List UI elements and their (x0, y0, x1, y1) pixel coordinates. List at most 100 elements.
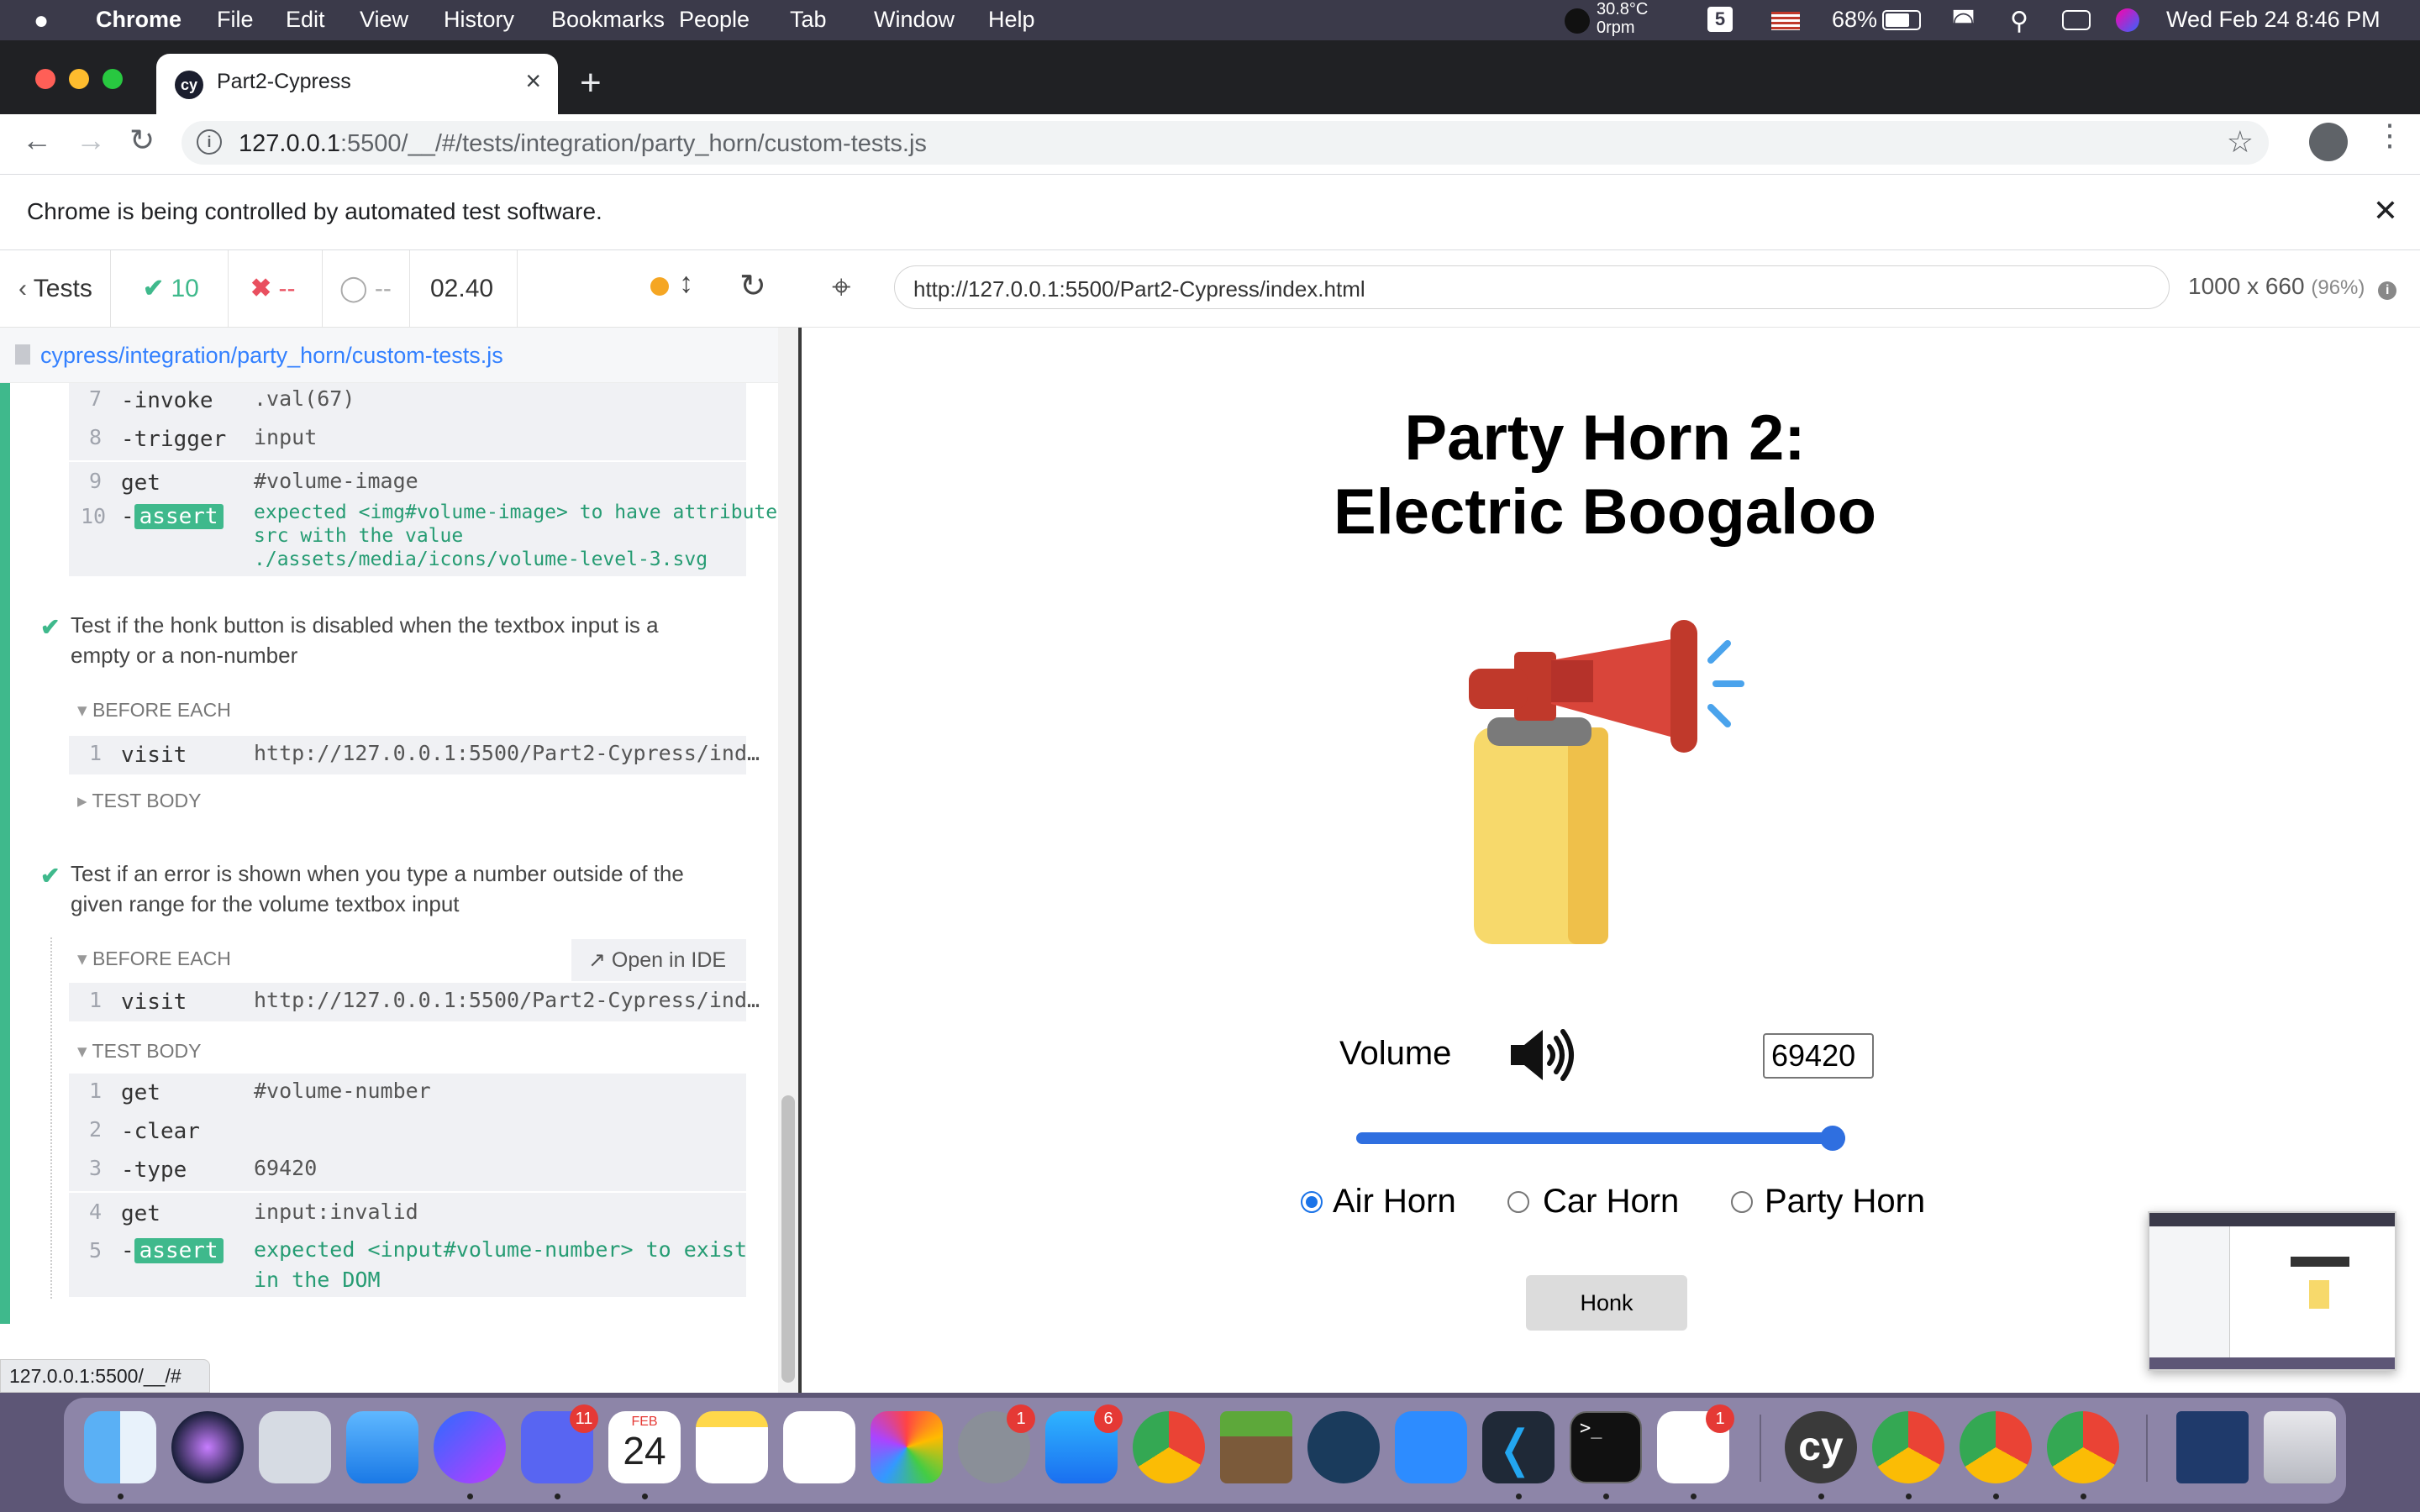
finder-icon[interactable] (84, 1411, 156, 1483)
chrome-menu-icon[interactable]: ⋮ (2375, 118, 2405, 153)
trash-icon[interactable] (2264, 1411, 2336, 1483)
battery-icon[interactable] (1882, 10, 1921, 30)
tests-back-button[interactable]: ‹ Tests (0, 250, 111, 328)
radio-air-horn[interactable] (1301, 1191, 1323, 1213)
failed-count[interactable]: ✖ -- (229, 250, 323, 328)
command-row[interactable]: 7 -invoke .val(67) (69, 383, 746, 422)
menu-history[interactable]: History (444, 7, 514, 33)
test-pass-check-icon: ✔ (40, 863, 60, 889)
volume-slider-thumb[interactable] (1820, 1126, 1845, 1151)
downloads-stack-icon[interactable] (2176, 1411, 2249, 1483)
apple-menu-icon[interactable]: ● (34, 7, 49, 35)
menu-datetime[interactable]: Wed Feb 24 8:46 PM (2166, 7, 2381, 33)
pending-count[interactable]: ◯ -- (323, 250, 410, 328)
viewport-info-icon[interactable]: i (2378, 281, 2397, 300)
hook-before-each[interactable]: BEFORE EACH (77, 948, 231, 970)
radio-label-car-horn[interactable]: Car Horn (1543, 1183, 1679, 1221)
window-zoom-button[interactable] (103, 69, 123, 89)
menu-bookmarks[interactable]: Bookmarks (551, 7, 665, 33)
chrome-icon[interactable] (1133, 1411, 1205, 1483)
hook-test-body[interactable]: TEST BODY (77, 790, 202, 812)
calendar-icon[interactable]: FEB 24 (608, 1411, 681, 1483)
screenshot-thumbnail-preview[interactable] (2148, 1211, 2396, 1371)
vscode-icon[interactable]: ❬ (1482, 1411, 1555, 1483)
back-arrow-icon[interactable]: ← (22, 123, 52, 158)
menu-view[interactable]: View (360, 7, 408, 33)
zoom-icon[interactable] (1395, 1411, 1467, 1483)
window-close-button[interactable] (35, 69, 55, 89)
minecraft-icon[interactable] (1220, 1411, 1292, 1483)
cyberduck-icon[interactable] (1307, 1411, 1380, 1483)
profile-avatar-icon[interactable] (2309, 123, 2348, 161)
command-row[interactable]: 8 -trigger input (69, 422, 746, 460)
tab-part2-cypress[interactable]: cy Part2-Cypress × (156, 54, 558, 114)
chrome-icon[interactable] (2047, 1411, 2119, 1483)
cypress-app-icon[interactable]: cy (1785, 1411, 1857, 1483)
hook-test-body[interactable]: TEST BODY (77, 1040, 202, 1063)
selector-playground-icon[interactable]: ⌖ (832, 269, 851, 307)
passed-count[interactable]: ✔ 10 (111, 250, 229, 328)
chrome-icon[interactable] (1960, 1411, 2032, 1483)
spotlight-search-icon[interactable]: ⚲ (2010, 7, 2028, 36)
honk-button[interactable]: Honk (1526, 1275, 1687, 1331)
assert-row[interactable]: 10 - assert expected <img#volume-image> t… (69, 501, 777, 576)
forward-arrow-icon[interactable]: → (76, 123, 106, 158)
chrome-icon[interactable] (1872, 1411, 1944, 1483)
spec-file-link[interactable]: cypress/integration/party_horn/custom-te… (40, 343, 503, 369)
new-tab-button[interactable]: + (580, 62, 602, 104)
command-row[interactable]: 1 visit http://127.0.0.1:5500/Part2-Cypr… (69, 736, 760, 774)
open-in-ide-button[interactable]: ↗ Open in IDE (571, 939, 746, 981)
photos-icon[interactable] (871, 1411, 943, 1483)
address-url[interactable]: 127.0.0.1:5500/__/#/tests/integration/pa… (239, 130, 927, 158)
radio-label-air-horn[interactable]: Air Horn (1333, 1183, 1456, 1221)
command-row[interactable]: 3 -type 69420 (69, 1151, 746, 1189)
command-row[interactable]: 1 get #volume-number (69, 1074, 746, 1112)
tab-close-icon[interactable]: × (525, 66, 541, 97)
menu-app-name[interactable]: Chrome (96, 7, 182, 33)
control-center-icon[interactable] (2062, 10, 2091, 30)
volume-number-input[interactable]: 69420 (1763, 1033, 1874, 1079)
reminders-icon[interactable] (783, 1411, 855, 1483)
command-row[interactable]: 1 visit http://127.0.0.1:5500/Part2-Cypr… (69, 983, 760, 1021)
messenger-icon[interactable] (434, 1411, 506, 1483)
command-row[interactable]: 9 get #volume-image (69, 460, 746, 499)
command-row[interactable]: 2 -clear (69, 1112, 746, 1151)
fan-status-icon[interactable] (1565, 8, 1590, 34)
menu-tab[interactable]: Tab (790, 7, 827, 33)
scrollbar-thumb[interactable] (781, 1095, 795, 1383)
rerun-tests-icon[interactable]: ↻ (739, 267, 766, 305)
infobar-close-icon[interactable]: ✕ (2373, 193, 2398, 228)
menu-edit[interactable]: Edit (286, 7, 325, 33)
test-title[interactable]: Test if an error is shown when you type … (71, 858, 692, 919)
menu-people[interactable]: People (679, 7, 750, 33)
launchpad-icon[interactable] (259, 1411, 331, 1483)
html5-icon[interactable]: 5 (1707, 7, 1733, 32)
mail-icon[interactable] (346, 1411, 418, 1483)
site-info-icon[interactable]: i (197, 129, 222, 155)
terminal-icon[interactable]: >_ (1570, 1411, 1642, 1483)
menu-file[interactable]: File (217, 7, 254, 33)
scroll-toggle-icon[interactable]: ↕ (679, 267, 693, 300)
menu-window[interactable]: Window (874, 7, 955, 33)
window-minimize-button[interactable] (69, 69, 89, 89)
radio-party-horn[interactable] (1731, 1191, 1753, 1213)
wifi-icon[interactable]: ◚ (1951, 7, 1975, 36)
bookmark-star-icon[interactable]: ☆ (2227, 124, 2254, 160)
volume-slider[interactable] (1356, 1132, 1845, 1144)
notes-icon[interactable] (696, 1411, 768, 1483)
auto-scroll-indicator-icon[interactable] (650, 277, 669, 296)
address-bar[interactable]: i 127.0.0.1:5500/__/#/tests/integration/… (182, 121, 2269, 165)
reload-icon[interactable]: ↻ (129, 123, 155, 158)
radio-label-party-horn[interactable]: Party Horn (1765, 1183, 1925, 1221)
aut-url-field[interactable]: http://127.0.0.1:5500/Part2-Cypress/inde… (894, 265, 2170, 309)
menu-help[interactable]: Help (988, 7, 1035, 33)
siri-app-icon[interactable] (171, 1411, 244, 1483)
reporter-scrollbar[interactable] (778, 328, 798, 1393)
radio-car-horn[interactable] (1507, 1191, 1529, 1213)
command-row[interactable]: 4 get input:invalid (69, 1191, 746, 1230)
siri-icon[interactable] (2116, 8, 2139, 32)
input-source-flag-icon[interactable] (1771, 12, 1800, 30)
test-title[interactable]: Test if the honk button is disabled when… (71, 610, 692, 670)
assert-row[interactable]: 5 - assert expected <input#volume-number>… (69, 1231, 747, 1297)
hook-before-each[interactable]: BEFORE EACH (77, 699, 231, 722)
